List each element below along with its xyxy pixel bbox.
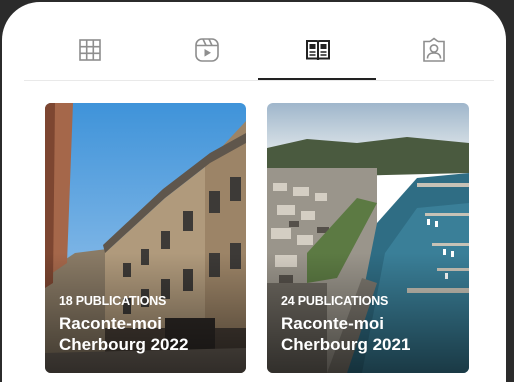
grid-icon [79,39,101,61]
tab-posts-grid[interactable] [70,30,110,70]
tab-divider [24,80,494,81]
profile-tab-bar [24,2,494,80]
device-frame: 18 PUBLICATIONS Raconte-moi Cherbourg 20… [0,0,514,382]
guide-title-line-1: Raconte-moi [281,314,384,333]
guide-card-cherbourg-2021[interactable]: 24 PUBLICATIONS Raconte-moi Cherbourg 20… [267,103,469,373]
guide-title-line-2: Cherbourg 2021 [281,335,411,354]
guide-title-line-2: Cherbourg 2022 [59,335,189,354]
guide-title: Raconte-moi Cherbourg 2022 [59,313,239,355]
tab-tagged[interactable] [414,30,454,70]
tagged-portrait-icon [423,37,445,62]
profile-screen: 18 PUBLICATIONS Raconte-moi Cherbourg 20… [2,2,506,382]
guide-book-icon [306,40,330,61]
publication-count: 18 PUBLICATIONS [59,294,167,308]
tab-guides[interactable] [298,30,338,70]
guide-title: Raconte-moi Cherbourg 2021 [281,313,461,355]
publication-count: 24 PUBLICATIONS [281,294,389,308]
guide-title-line-1: Raconte-moi [59,314,162,333]
tab-reels[interactable] [187,30,227,70]
guide-card-cherbourg-2022[interactable]: 18 PUBLICATIONS Raconte-moi Cherbourg 20… [45,103,246,373]
reels-icon [195,38,219,62]
